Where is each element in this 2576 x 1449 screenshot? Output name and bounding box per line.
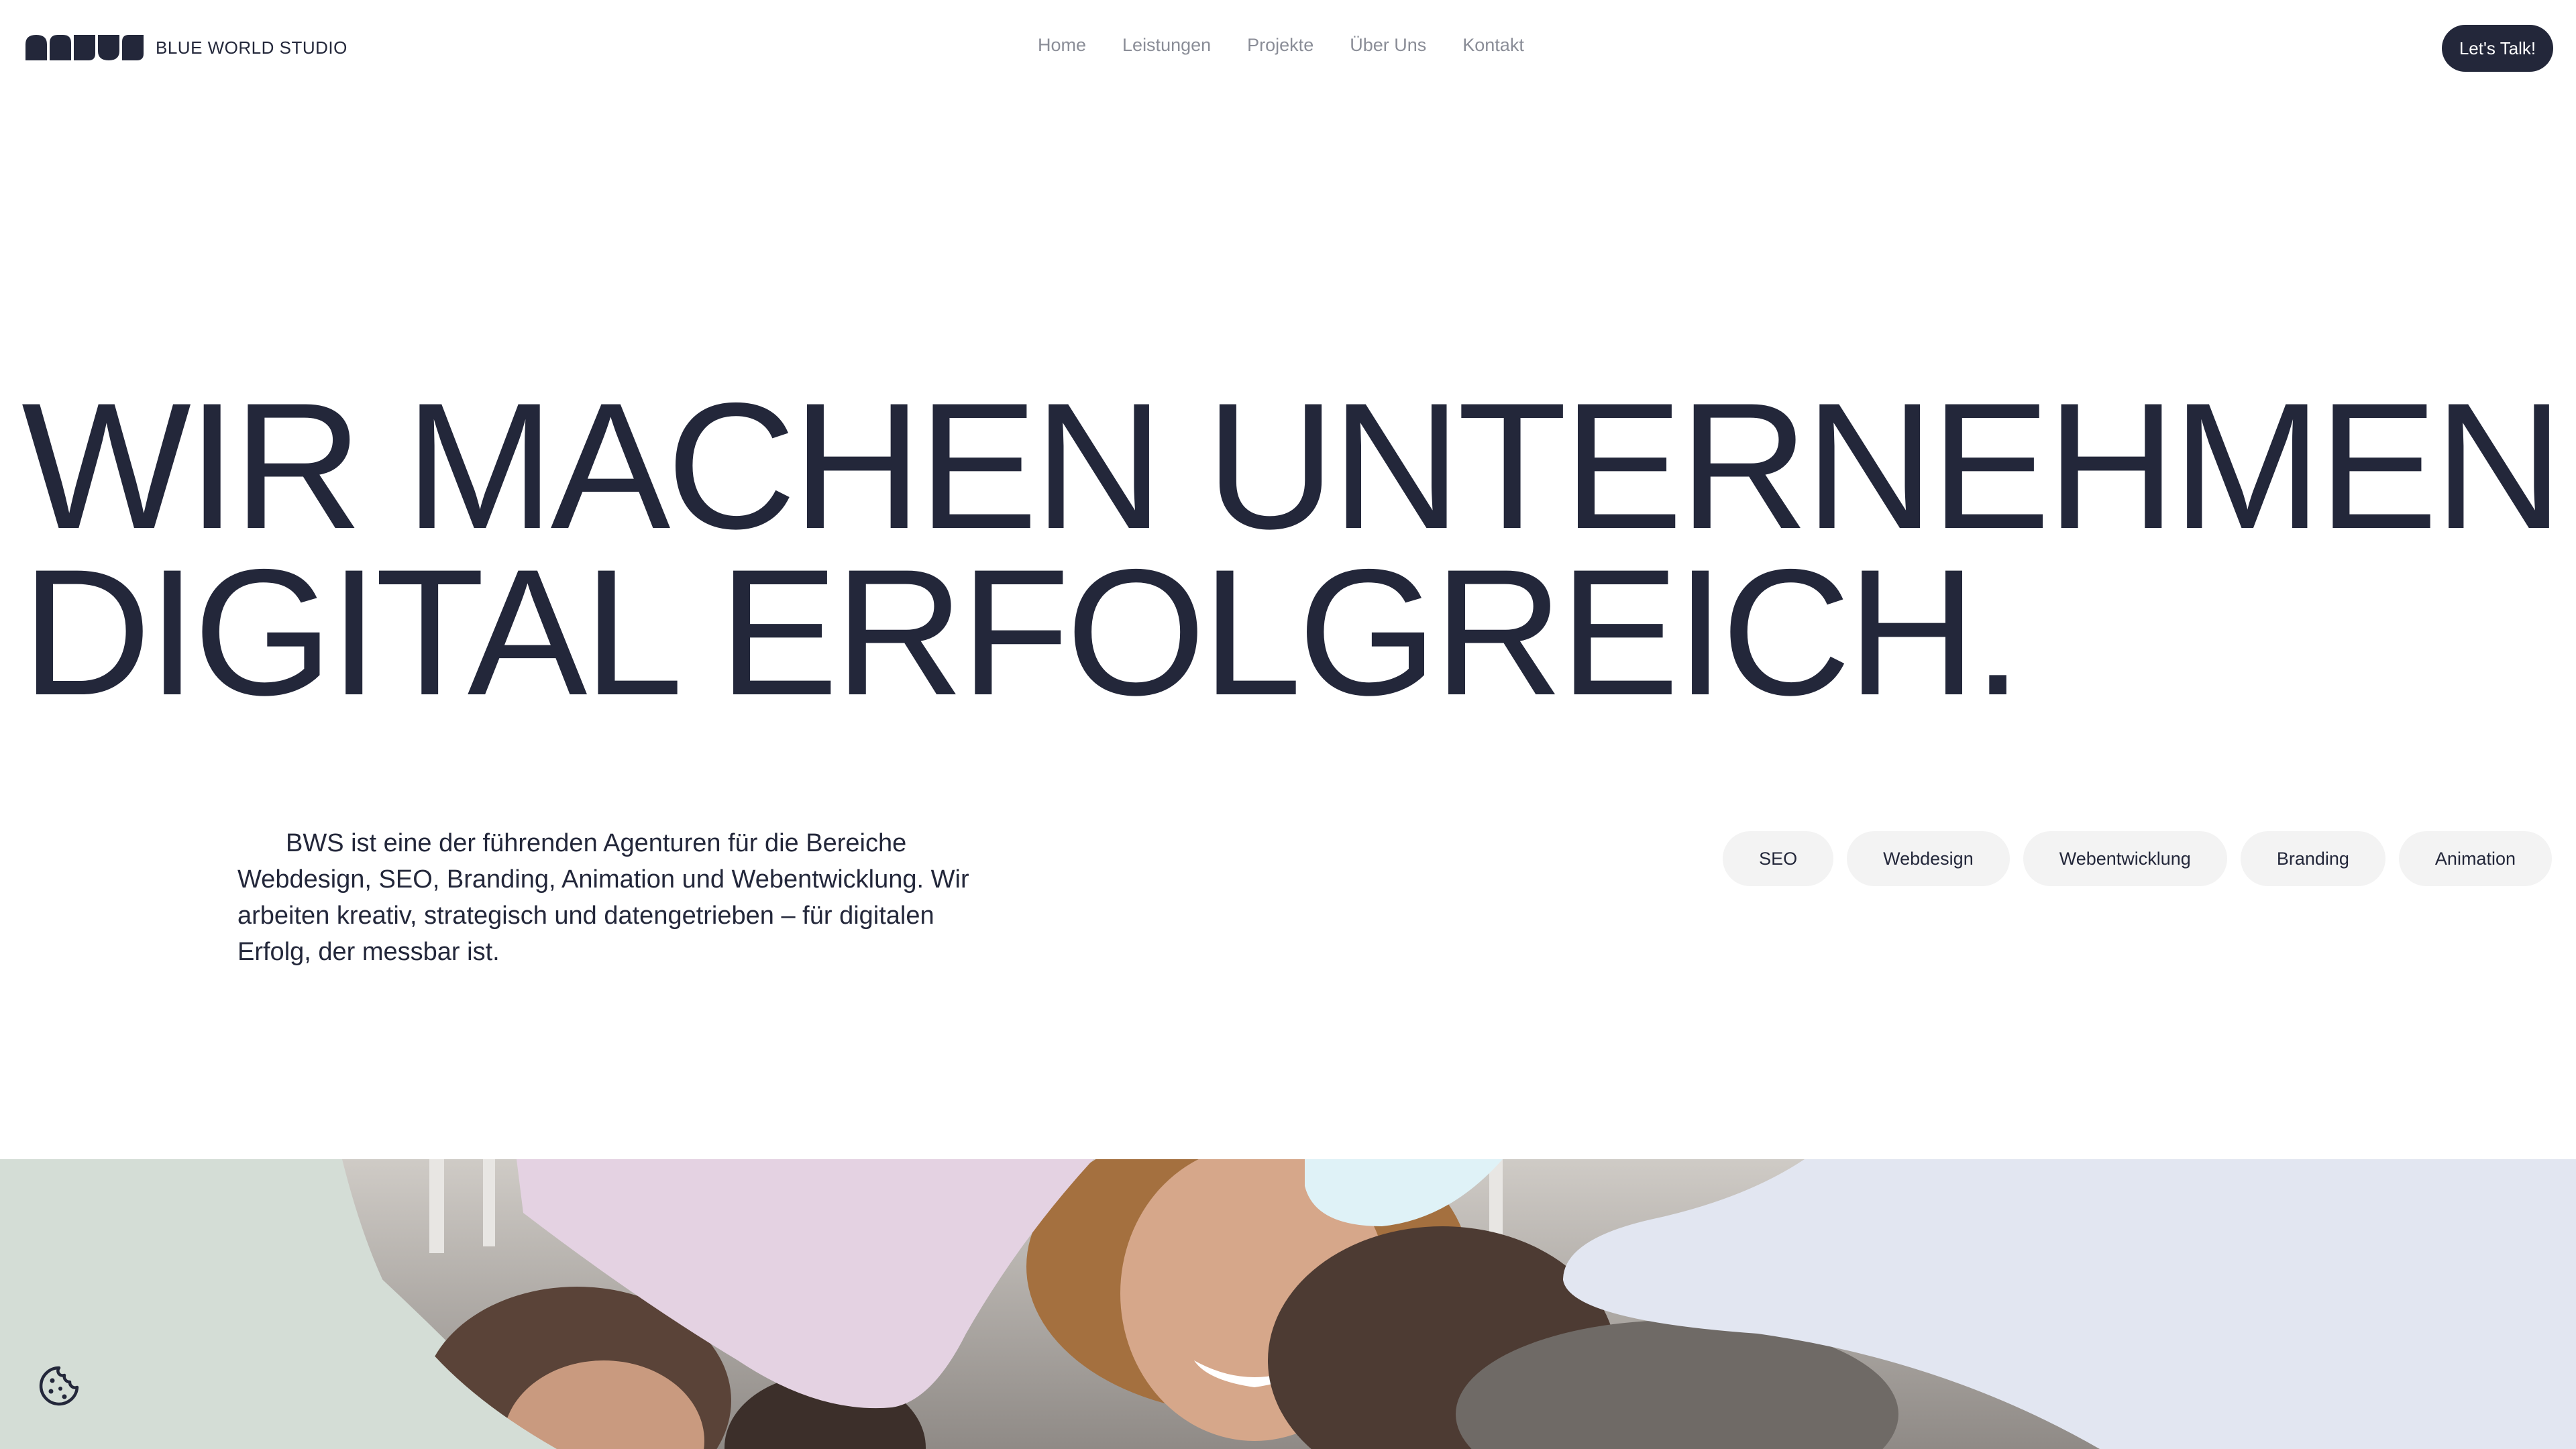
tag-webdesign[interactable]: Webdesign <box>1847 831 2010 886</box>
tag-animation[interactable]: Animation <box>2398 831 2552 886</box>
nav-projekte[interactable]: Projekte <box>1247 35 1313 56</box>
nav-ueber-uns[interactable]: Über Uns <box>1350 35 1426 56</box>
tag-seo[interactable]: SEO <box>1723 831 1834 886</box>
hero-title: WIR MACHEN UNTERNEHMEN DIGITAL ERFOLGREI… <box>21 365 2564 733</box>
logo-text: BLUE WORLD STUDIO <box>156 37 347 58</box>
nav-kontakt[interactable]: Kontakt <box>1462 35 1524 56</box>
cookie-icon <box>39 1366 79 1406</box>
logo[interactable]: BLUE WORLD STUDIO <box>25 35 347 60</box>
nav-leistungen[interactable]: Leistungen <box>1122 35 1211 56</box>
hero-image-band <box>0 1159 2576 1449</box>
service-tags: SEO Webdesign Webentwicklung Branding An… <box>1723 831 2552 886</box>
hero-title-line-1: WIR MACHEN UNTERNEHMEN <box>21 365 2564 566</box>
site-header: BLUE WORLD STUDIO Home Leistungen Projek… <box>0 0 2576 97</box>
lets-talk-button[interactable]: Let's Talk! <box>2442 25 2553 72</box>
main-nav: Home Leistungen Projekte Über Uns Kontak… <box>1038 35 1524 56</box>
hero-title-line-2: DIGITAL ERFOLGREICH. <box>21 531 2023 733</box>
team-photo-collage <box>0 1159 2576 1449</box>
intro-paragraph: BWS ist eine der führenden Agenturen für… <box>237 829 969 966</box>
cookie-settings-button[interactable] <box>35 1362 83 1410</box>
brand-mark-icon <box>25 35 144 60</box>
tag-webentwicklung[interactable]: Webentwicklung <box>2023 831 2227 886</box>
tag-branding[interactable]: Branding <box>2240 831 2385 886</box>
nav-home[interactable]: Home <box>1038 35 1086 56</box>
